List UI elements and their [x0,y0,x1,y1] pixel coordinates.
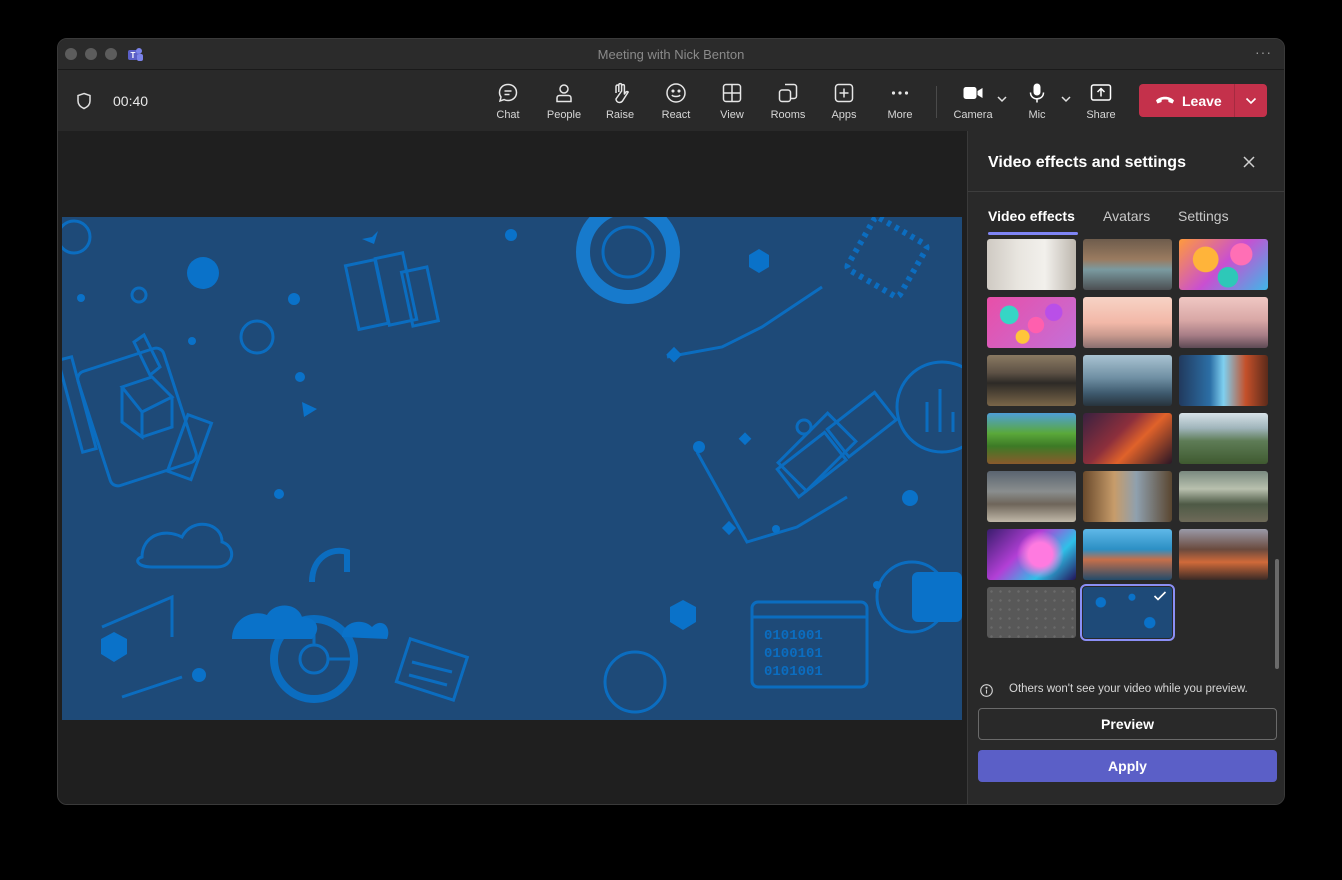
camera-icon [963,87,983,99]
active-tab-indicator [988,232,1078,235]
leave-options-button[interactable] [1235,84,1267,117]
breakout-rooms-icon [778,83,798,103]
background-thumbnail[interactable] [1083,239,1172,290]
panel-scrollbar[interactable] [1275,559,1279,669]
panel-title: Video effects and settings [988,154,1186,171]
meeting-window: T Meeting with Nick Benton ··· 00:40 Cha… [57,38,1285,805]
chevron-down-icon [1245,97,1257,105]
background-thumbnail[interactable] [987,413,1076,464]
background-thumbnail[interactable] [987,587,1076,638]
meeting-stage: 0101001 0100101 0101001 [58,131,967,804]
background-thumbnail-selected[interactable] [1080,584,1175,641]
tab-avatars[interactable]: Avatars [1103,208,1150,224]
window-more-button[interactable]: ··· [1255,44,1272,60]
raise-label: Raise [605,109,635,121]
preview-info-text: Others won't see your video while you pr… [1009,683,1248,695]
more-dots-icon [891,91,909,95]
raise-hand-button[interactable]: Raise [594,78,646,126]
background-thumbnail[interactable] [1083,413,1172,464]
view-label: View [720,109,744,121]
share-label: Share [1086,109,1116,121]
self-video-preview: 0101001 0100101 0101001 [62,217,962,720]
apps-button[interactable]: Apps [818,78,870,126]
background-thumbnail[interactable] [1083,471,1172,522]
background-thumbnail[interactable] [987,355,1076,406]
raise-hand-icon [615,82,629,104]
microphone-icon [1029,83,1045,103]
info-icon [980,684,993,697]
toolbar-divider [936,86,937,118]
background-thumbnail[interactable] [1179,239,1268,290]
meeting-timer: 00:40 [113,93,149,109]
leave-label: Leave [1182,93,1222,109]
svg-text:0101001: 0101001 [764,664,823,680]
background-thumbnail[interactable] [987,239,1076,290]
svg-text:0100101: 0100101 [764,646,823,662]
video-effects-panel: Video effects and settings Video effects… [967,131,1284,804]
chat-button[interactable]: Chat [482,78,534,126]
background-thumbnail[interactable] [987,297,1076,348]
apps-label: Apps [831,109,857,121]
background-thumbnail[interactable] [1179,297,1268,348]
mic-label: Mic [1028,109,1046,121]
tab-settings[interactable]: Settings [1178,208,1229,224]
background-thumbnail[interactable] [987,529,1076,580]
people-label: People [546,109,582,121]
mic-options-chevron-icon[interactable] [1060,94,1072,104]
chat-icon [498,83,518,103]
panel-divider [968,191,1284,192]
chat-label: Chat [496,109,520,121]
background-grid [987,239,1269,669]
people-button[interactable]: People [538,78,590,126]
more-label: More [887,109,913,121]
mic-button[interactable]: Mic [1011,78,1063,126]
more-button[interactable]: More [874,78,926,126]
background-thumbnail[interactable] [1179,413,1268,464]
background-thumbnail[interactable] [1179,529,1268,580]
leave-button[interactable]: Leave [1139,84,1234,117]
apply-button[interactable]: Apply [978,750,1277,782]
svg-text:0101001: 0101001 [764,628,823,644]
background-thumbnail[interactable] [1083,529,1172,580]
smiley-icon [666,83,686,103]
hang-up-icon [1156,96,1174,104]
window-title: Meeting with Nick Benton [597,47,745,62]
background-thumbnail[interactable] [1179,355,1268,406]
share-button[interactable]: Share [1075,78,1127,126]
meeting-toolbar: 00:40 Chat People Raise React View Rooms… [58,70,1284,131]
camera-options-chevron-icon[interactable] [996,94,1008,104]
title-bar: T Meeting with Nick Benton ··· [58,39,1284,70]
view-button[interactable]: View [706,78,758,126]
camera-button[interactable]: Camera [947,78,999,126]
grid-view-icon [722,83,742,103]
rooms-button[interactable]: Rooms [762,78,814,126]
checkmark-icon [1153,591,1167,601]
background-thumbnail[interactable] [1179,471,1268,522]
leave-button-group: Leave [1139,84,1267,117]
react-button[interactable]: React [650,78,702,126]
add-app-icon [834,83,854,103]
camera-label: Camera [953,109,993,121]
tab-video-effects[interactable]: Video effects [988,208,1075,224]
people-icon [556,84,572,103]
background-thumbnail[interactable] [1083,297,1172,348]
tech-background-illustration: 0101001 0100101 0101001 [62,217,962,714]
react-label: React [661,109,691,121]
rooms-label: Rooms [770,109,806,121]
background-thumbnail[interactable] [1083,355,1172,406]
shield-icon[interactable] [76,92,92,110]
share-screen-icon [1090,84,1112,101]
preview-button[interactable]: Preview [978,708,1277,740]
close-icon[interactable] [1242,155,1256,169]
background-thumbnail[interactable] [987,471,1076,522]
